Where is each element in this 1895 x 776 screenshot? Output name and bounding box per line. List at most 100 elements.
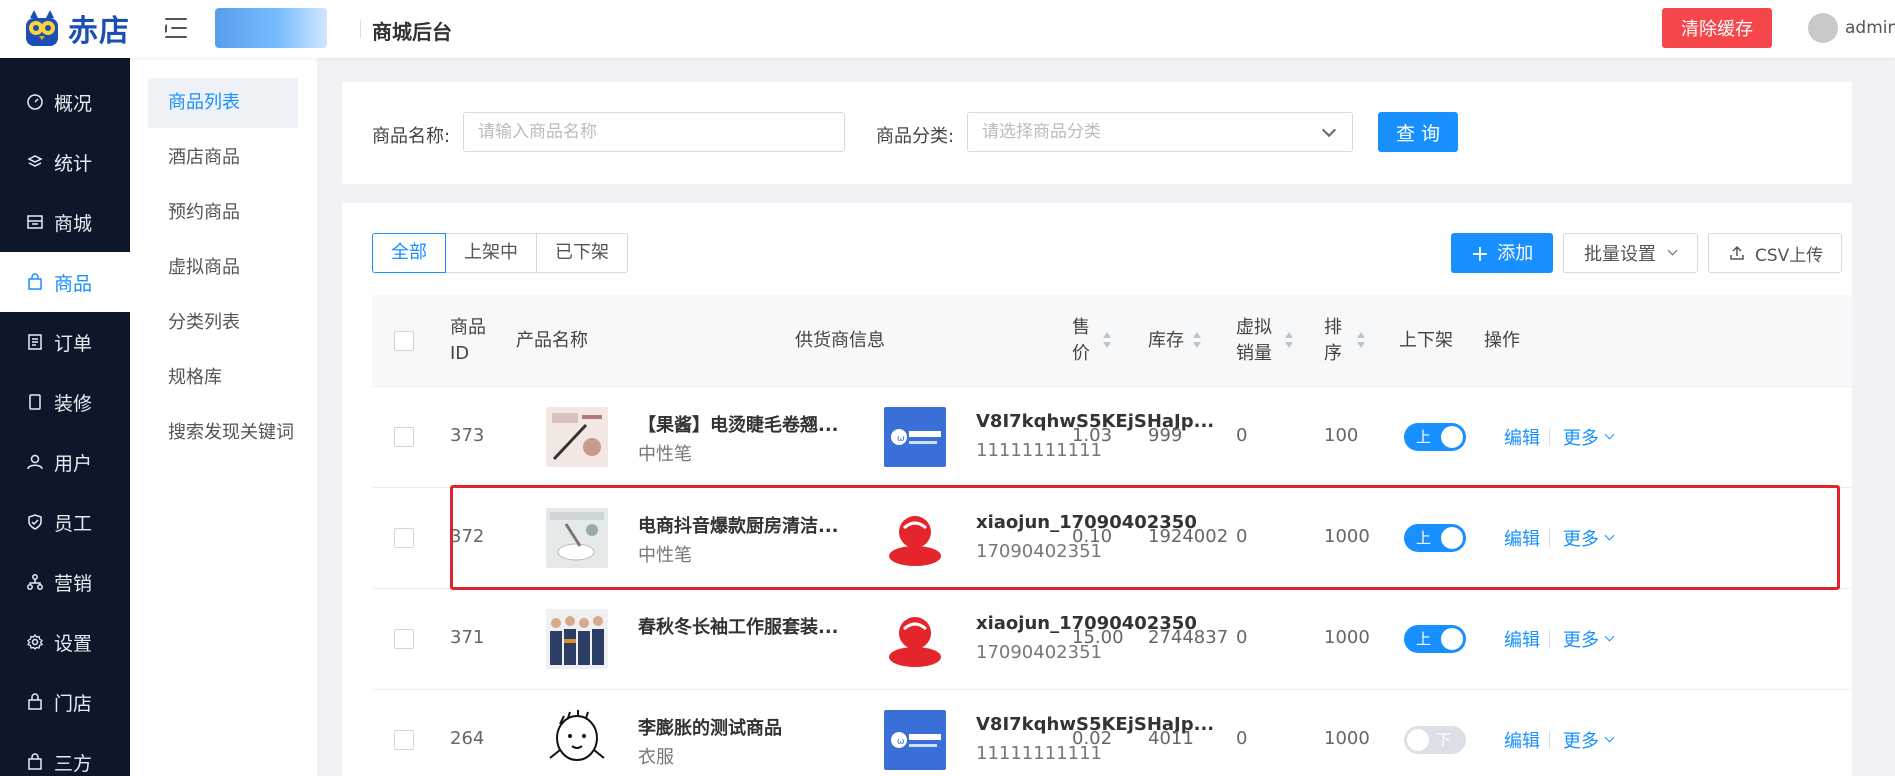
svg-text:ω: ω bbox=[897, 434, 905, 444]
chevron-down-icon[interactable] bbox=[1604, 631, 1615, 642]
stock: 2744837 bbox=[1148, 627, 1229, 648]
select-all-checkbox[interactable] bbox=[394, 331, 414, 351]
more-link[interactable]: 更多 bbox=[1563, 626, 1599, 652]
more-link[interactable]: 更多 bbox=[1563, 525, 1599, 551]
op-divider bbox=[1549, 428, 1550, 446]
product-thumbnail[interactable] bbox=[546, 609, 608, 669]
sidebar-item-5[interactable]: 装修 bbox=[0, 372, 130, 432]
add-button[interactable]: + 添加 bbox=[1451, 233, 1553, 273]
sidebar-item-4[interactable]: 订单 bbox=[0, 312, 130, 372]
row-checkbox[interactable] bbox=[394, 528, 414, 548]
row-checkbox[interactable] bbox=[394, 629, 414, 649]
query-button[interactable]: 查 询 bbox=[1378, 112, 1458, 152]
sort-icon[interactable] bbox=[1102, 332, 1112, 350]
toggle-knob bbox=[1407, 729, 1429, 751]
virtual-sales: 0 bbox=[1236, 728, 1248, 749]
submenu-item-4[interactable]: 分类列表 bbox=[148, 298, 298, 348]
row-checkbox[interactable] bbox=[394, 427, 414, 447]
product-thumbnail[interactable] bbox=[546, 407, 608, 467]
batch-settings-button[interactable]: 批量设置 bbox=[1563, 233, 1698, 273]
product-name[interactable]: 【果酱】电烫睫毛卷翘... bbox=[638, 411, 839, 437]
toggle-knob bbox=[1441, 527, 1463, 549]
sidebar-item-8[interactable]: 营销 bbox=[0, 552, 130, 612]
table-row: 373 【果酱】电烫睫毛卷翘... 中性笔 ω V8I7kqhwS5KEjSHaJp..… bbox=[372, 387, 1852, 488]
submenu-item-0[interactable]: 商品列表 bbox=[148, 78, 298, 128]
submenu-item-5[interactable]: 规格库 bbox=[148, 353, 298, 403]
shelf-toggle[interactable]: 上 bbox=[1404, 423, 1466, 451]
sort-icon[interactable] bbox=[1356, 332, 1366, 350]
sidebar-item-0[interactable]: 概况 bbox=[0, 72, 130, 132]
product-name[interactable]: 春秋冬长袖工作服套装... bbox=[638, 613, 839, 639]
sidebar-item-3[interactable]: 商品 bbox=[0, 252, 130, 312]
sidebar-item-10[interactable]: 门店 bbox=[0, 672, 130, 732]
row-checkbox[interactable] bbox=[394, 730, 414, 750]
order-icon bbox=[26, 333, 44, 351]
submenu-item-3[interactable]: 虚拟商品 bbox=[148, 243, 298, 293]
chevron-down-icon[interactable] bbox=[1604, 530, 1615, 541]
product-id: 264 bbox=[450, 728, 485, 749]
csv-upload-button[interactable]: CSV上传 bbox=[1708, 233, 1842, 273]
sidebar-item-11[interactable]: 三方 bbox=[0, 732, 130, 776]
product-name-input[interactable] bbox=[463, 112, 845, 152]
product-thumbnail[interactable] bbox=[546, 710, 608, 770]
shelf-toggle[interactable]: 上 bbox=[1404, 524, 1466, 552]
edit-link[interactable]: 编辑 bbox=[1504, 727, 1540, 753]
user-name[interactable]: admin bbox=[1845, 18, 1895, 38]
product-name[interactable]: 电商抖音爆款厨房清洁... bbox=[638, 512, 839, 538]
stats-icon bbox=[26, 153, 44, 171]
main-sidebar: 概况统计商城商品 订单 装修 用户员工营销设置 门店 三方 bbox=[0, 58, 130, 776]
submenu-item-6[interactable]: 搜索发现关键词 bbox=[148, 408, 298, 458]
col-price[interactable]: 售价 bbox=[1072, 315, 1090, 367]
product-name[interactable]: 李膨胀的测试商品 bbox=[638, 714, 782, 740]
status-tabs: 全部 上架中 已下架 bbox=[372, 233, 628, 273]
edit-link[interactable]: 编辑 bbox=[1504, 525, 1540, 551]
shelf-toggle[interactable]: 上 bbox=[1404, 625, 1466, 653]
more-link[interactable]: 更多 bbox=[1563, 727, 1599, 753]
sidebar-item-label: 商城 bbox=[54, 212, 93, 235]
sidebar-item-6[interactable]: 用户 bbox=[0, 432, 130, 492]
virtual-sales: 0 bbox=[1236, 425, 1248, 446]
edit-link[interactable]: 编辑 bbox=[1504, 626, 1540, 652]
shelf-toggle[interactable]: 下 bbox=[1404, 726, 1466, 754]
product-thumbnail[interactable] bbox=[546, 508, 608, 568]
chevron-down-icon[interactable] bbox=[1604, 429, 1615, 440]
tab-off-shelf[interactable]: 已下架 bbox=[536, 233, 628, 273]
sidebar-item-label: 概况 bbox=[54, 92, 93, 115]
submenu-item-2[interactable]: 预约商品 bbox=[148, 188, 298, 238]
menu-toggle-icon[interactable] bbox=[165, 16, 191, 40]
logo[interactable]: 赤店 bbox=[22, 5, 130, 51]
stock: 999 bbox=[1148, 425, 1183, 446]
decor-icon bbox=[26, 393, 44, 411]
sidebar-item-2[interactable]: 商城 bbox=[0, 192, 130, 252]
table-row: 264 李膨胀的测试商品 衣服 ω V8I7kqhwS5KEjSHaJp... 11111… bbox=[372, 690, 1852, 776]
sidebar-item-7[interactable]: 员工 bbox=[0, 492, 130, 552]
tab-all[interactable]: 全部 bbox=[372, 233, 446, 273]
header-divider bbox=[360, 20, 361, 38]
sidebar-item-label: 营销 bbox=[54, 572, 93, 595]
col-stock[interactable]: 库存 bbox=[1148, 328, 1184, 354]
avatar[interactable] bbox=[1808, 13, 1838, 43]
store-selector[interactable] bbox=[215, 8, 327, 48]
sidebar-item-1[interactable]: 统计 bbox=[0, 132, 130, 192]
sidebar-item-label: 员工 bbox=[54, 512, 93, 535]
table-header: 商品 ID 产品名称 供货商信息 售价 库存 虚拟 销量 排序 上下架 操作 bbox=[372, 295, 1852, 387]
svg-text:ω: ω bbox=[897, 737, 905, 747]
csv-label: CSV上传 bbox=[1755, 245, 1824, 266]
product-name-label: 商品名称: bbox=[372, 126, 451, 147]
add-label: 添加 bbox=[1497, 243, 1534, 264]
chevron-down-icon[interactable] bbox=[1604, 732, 1615, 743]
edit-link[interactable]: 编辑 bbox=[1504, 424, 1540, 450]
tab-on-shelf[interactable]: 上架中 bbox=[445, 233, 537, 273]
col-virtual-sales[interactable]: 虚拟 销量 bbox=[1236, 315, 1272, 367]
sidebar-item-9[interactable]: 设置 bbox=[0, 612, 130, 672]
category-select[interactable]: 请选择商品分类 bbox=[967, 112, 1353, 152]
submenu-item-1[interactable]: 酒店商品 bbox=[148, 133, 298, 183]
sort-icon[interactable] bbox=[1284, 332, 1294, 350]
sort-value: 1000 bbox=[1324, 526, 1370, 547]
price: 1.03 bbox=[1072, 425, 1113, 446]
more-link[interactable]: 更多 bbox=[1563, 424, 1599, 450]
col-sort[interactable]: 排序 bbox=[1324, 315, 1342, 367]
sort-icon[interactable] bbox=[1192, 332, 1202, 350]
clear-cache-button[interactable]: 清除缓存 bbox=[1662, 8, 1772, 48]
op-divider bbox=[1549, 731, 1550, 749]
